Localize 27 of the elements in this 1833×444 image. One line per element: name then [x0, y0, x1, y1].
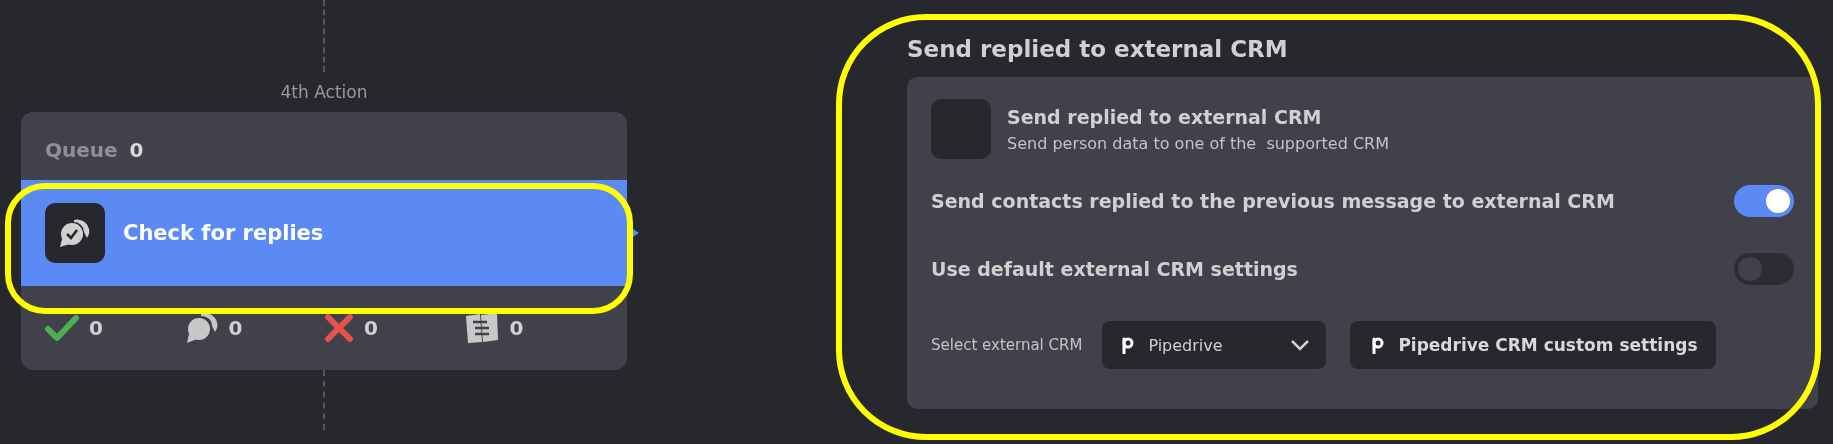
chat-bubbles-icon — [184, 312, 219, 344]
logo-icon — [1122, 336, 1135, 354]
check-icon — [45, 314, 79, 342]
chat-check-icon — [45, 203, 105, 263]
stat-count: 0 — [89, 316, 103, 340]
setting-label: Send contacts replied to the previous message to external CRM — [931, 190, 1615, 212]
step-label: 4th Action — [280, 82, 368, 102]
crm-settings-button[interactable]: Pipedrive CRM custom settings — [1350, 321, 1716, 369]
stat-count: 0 — [509, 316, 524, 340]
card-description: Send person data to one of the supported CRM — [1007, 133, 1389, 153]
document-icon — [463, 312, 500, 344]
queue-count: 0 — [129, 138, 144, 162]
toggle-switch[interactable] — [1734, 185, 1794, 217]
stat-count: 0 — [364, 316, 378, 340]
panel-title: Send replied to external CRM — [907, 36, 1289, 62]
cross-icon — [324, 313, 354, 343]
stat-count: 0 — [228, 316, 243, 340]
setting-label: Use default external CRM settings — [931, 258, 1298, 280]
crm-select-label: Select external CRM — [931, 336, 1083, 354]
queue-label: Queue — [45, 138, 118, 162]
card-title: Send replied to external CRM — [1007, 105, 1323, 128]
logo-icon — [1372, 336, 1385, 354]
crm-dropdown[interactable]: Pipedrive — [1102, 321, 1327, 369]
chevron-down-icon — [1290, 339, 1311, 351]
action-title: Check for replies — [123, 221, 324, 245]
toggle-switch[interactable] — [1734, 253, 1794, 285]
integration-icon — [931, 99, 991, 159]
